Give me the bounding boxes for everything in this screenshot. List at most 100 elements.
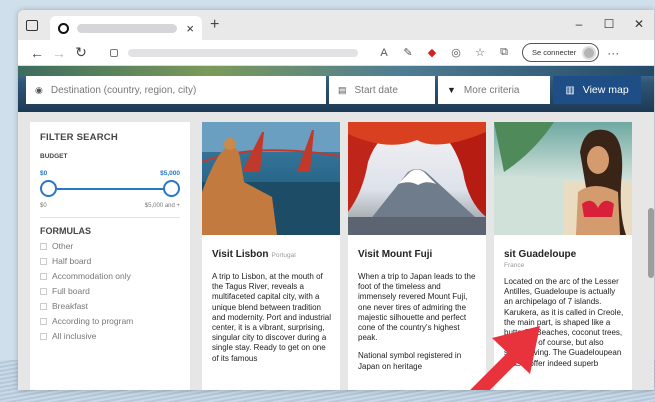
forward-arrow-icon[interactable]: → (48, 45, 70, 61)
checkbox[interactable] (40, 287, 47, 295)
range-max-label: $5,000 and + (144, 203, 180, 209)
destination-placeholder: Destination (country, region, city) (50, 84, 197, 96)
budget-values: $0 $5,000 (40, 170, 180, 177)
budget-label: BUDGET (40, 153, 68, 160)
slider-min-handle[interactable] (40, 180, 57, 197)
checkbox[interactable] (40, 317, 47, 325)
checkbox[interactable] (40, 332, 47, 340)
destination-card-mount-fuji[interactable]: Visit Mount Fuji When a trip to Japan le… (348, 122, 486, 390)
destination-card-guadeloupe[interactable]: sit Guadeloupe France Located on the arc… (494, 122, 632, 390)
budget-max-value: $5,000 (160, 170, 180, 177)
card-description: Located on the arc of the Lesser Antille… (504, 277, 624, 368)
search-row: ◉ Destination (country, region, city) ▤ … (26, 76, 641, 104)
guadeloupe-illustration (494, 122, 632, 235)
minimize-button[interactable]: – (564, 10, 594, 40)
url-placeholder (128, 48, 358, 57)
close-window-button[interactable]: ✕ (624, 10, 654, 40)
navigation-bar: ← → ↻ A ✎ ◆ ◎ ☆ ⧉ Se connecter ··· (18, 40, 654, 66)
card-title[interactable]: Visit Lisbon Portugal (212, 249, 340, 260)
view-map-button[interactable]: ▥ View map (553, 76, 641, 104)
budget-min-value: $0 (40, 170, 48, 177)
page-scrollbar[interactable] (648, 208, 654, 278)
extension-icon[interactable]: ◎ (444, 46, 468, 59)
refresh-icon[interactable]: ↻ (70, 44, 92, 61)
hero-search-banner: ◉ Destination (country, region, city) ▤ … (18, 66, 654, 112)
formula-option-accommodation-only[interactable]: Accommodation only (40, 271, 180, 281)
new-tab-button[interactable]: + (210, 16, 219, 34)
card-title[interactable]: sit Guadeloupe (504, 249, 632, 260)
view-map-label: View map (582, 84, 629, 96)
budget-range-labels: $0 $5,000 and + (40, 203, 180, 209)
formula-label: According to program (52, 316, 134, 326)
sign-in-label: Se connecter (532, 48, 577, 57)
formula-option-all-inclusive[interactable]: All inclusive (40, 331, 180, 341)
content-area: FILTER SEARCH BUDGET $0 $5,000 $0 $5,000… (18, 112, 654, 390)
formula-option-other[interactable]: Other (40, 241, 180, 251)
formula-option-breakfast[interactable]: Breakfast (40, 301, 180, 311)
formula-option-full-board[interactable]: Full board (40, 286, 180, 296)
sign-in-button[interactable]: Se connecter (522, 43, 600, 62)
back-arrow-icon[interactable]: ← (26, 45, 48, 61)
formula-label: Full board (52, 286, 90, 296)
collections-icon[interactable]: ⧉ (492, 46, 516, 59)
filter-title: FILTER SEARCH (40, 132, 118, 143)
browser-tab[interactable]: × (50, 16, 202, 40)
formula-list: Other Half board Accommodation only Full… (40, 241, 180, 341)
card-location: France (504, 262, 525, 269)
tab-title-placeholder (77, 23, 177, 33)
more-criteria-label: More criteria (463, 84, 520, 96)
calendar-icon: ▤ (338, 84, 347, 95)
avatar-icon (582, 45, 597, 60)
destination-field[interactable]: ◉ Destination (country, region, city) (26, 76, 326, 104)
favorite-star-icon[interactable]: ☆ (468, 46, 492, 59)
card-title-text: sit Guadeloupe (504, 249, 577, 260)
card-title-text: Visit Mount Fuji (358, 249, 433, 260)
map-icon: ▥ (565, 84, 575, 96)
address-bar[interactable] (102, 45, 372, 61)
more-criteria-field[interactable]: ▼ More criteria (438, 76, 550, 104)
budget-slider[interactable] (40, 180, 180, 198)
start-date-field[interactable]: ▤ Start date (329, 76, 435, 104)
maximize-button[interactable]: ☐ (594, 10, 624, 40)
lisbon-illustration (202, 122, 340, 235)
divider (40, 217, 180, 218)
checkbox[interactable] (40, 302, 47, 310)
card-location: Portugal (271, 252, 296, 259)
formula-label: Half board (52, 256, 92, 266)
fuji-illustration (348, 122, 486, 235)
formula-label: Accommodation only (52, 271, 131, 281)
card-description: When a trip to Japan leads to the foot o… (358, 272, 476, 343)
card-description-2: National symbol registered in Japan on h… (358, 351, 462, 371)
lisbon-photo (202, 122, 340, 235)
destination-card-lisbon[interactable]: Visit Lisbon Portugal A trip to Lisbon, a… (202, 122, 340, 390)
card-title[interactable]: Visit Mount Fuji (358, 249, 486, 260)
formula-label: Breakfast (52, 301, 88, 311)
tab-actions-icon[interactable] (26, 19, 38, 31)
checkbox[interactable] (40, 257, 47, 265)
shield-extension-icon[interactable]: ◆ (420, 46, 444, 59)
formula-label: Other (52, 241, 74, 251)
formulas-title: FORMULAS (40, 226, 91, 236)
checkbox[interactable] (40, 242, 47, 250)
card-description: A trip to Lisbon, at the mouth of the Ta… (212, 272, 332, 363)
formula-option-half-board[interactable]: Half board (40, 256, 180, 266)
lock-icon (110, 48, 118, 57)
filter-funnel-icon: ▼ (447, 85, 456, 95)
guadeloupe-photo (494, 122, 632, 235)
mount-fuji-photo (348, 122, 486, 235)
start-date-label: Start date (354, 84, 398, 96)
filter-sidebar: FILTER SEARCH BUDGET $0 $5,000 $0 $5,000… (30, 122, 190, 390)
title-bar: × + – ☐ ✕ (18, 10, 654, 40)
window-controls: – ☐ ✕ (564, 10, 654, 40)
range-min-label: $0 (40, 203, 47, 209)
slider-max-handle[interactable] (163, 180, 180, 197)
slider-track (47, 188, 173, 190)
formula-option-according-to-program[interactable]: According to program (40, 316, 180, 326)
checkbox[interactable] (40, 272, 47, 280)
read-aloud-icon[interactable]: A (372, 47, 396, 59)
card-title-text: Visit Lisbon (212, 249, 269, 260)
translate-icon[interactable]: ✎ (396, 46, 420, 59)
more-options-icon[interactable]: ··· (607, 46, 619, 60)
tab-close-icon[interactable]: × (186, 21, 194, 36)
location-pin-icon: ◉ (35, 84, 43, 95)
